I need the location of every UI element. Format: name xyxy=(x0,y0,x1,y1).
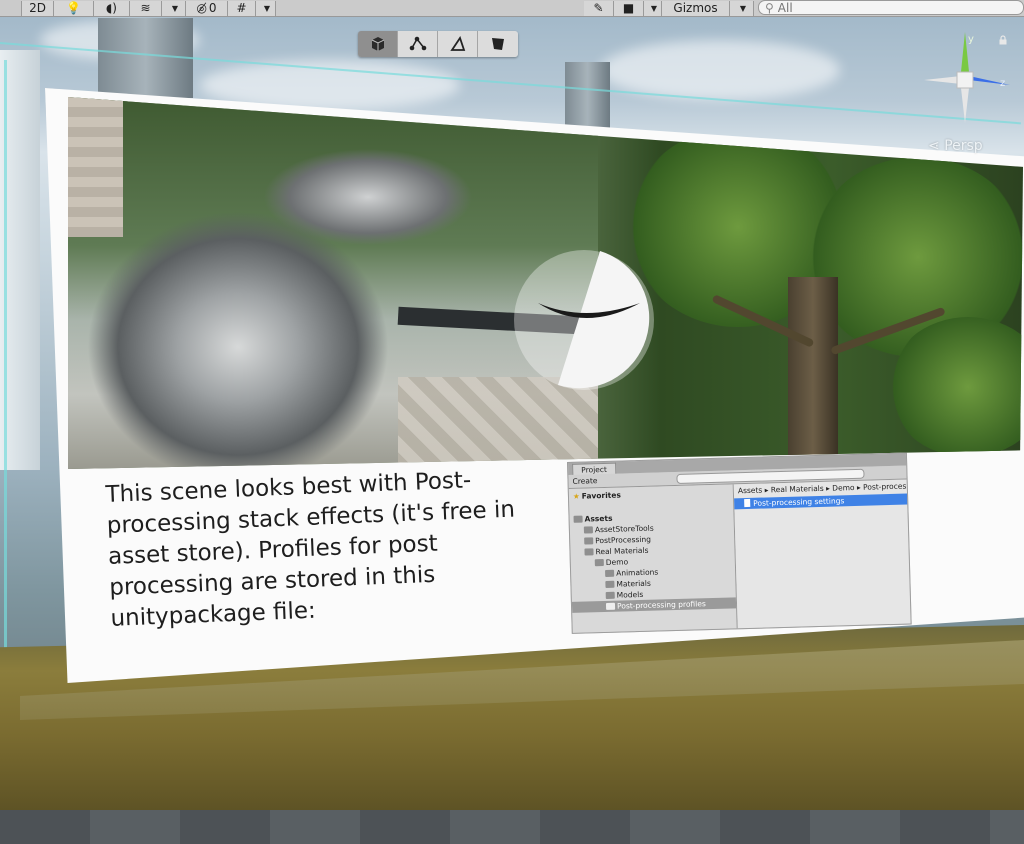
selected-asset: Post-processing settings xyxy=(734,493,908,510)
search-input[interactable] xyxy=(773,0,978,15)
star-icon: ★ xyxy=(572,491,580,501)
building xyxy=(565,62,610,132)
eye-slash-icon: ◎̸ xyxy=(196,1,207,15)
tool-handle-group xyxy=(358,31,518,57)
gizmos-button[interactable]: Gizmos xyxy=(662,0,730,16)
folder-icon xyxy=(605,602,616,610)
z-axis-label: z xyxy=(1000,78,1005,89)
tree-item: AssetStoreTools xyxy=(583,524,654,535)
create-button: Create xyxy=(572,476,598,486)
chevron-down-icon: ▼ xyxy=(171,3,179,13)
lock-icon[interactable] xyxy=(998,35,1008,45)
split-circle-logo xyxy=(514,250,654,390)
neg-x-cone[interactable] xyxy=(924,76,961,84)
wrench-icon: ✎ xyxy=(593,1,604,15)
effects-button[interactable]: ≋ xyxy=(130,0,162,16)
grid-dropdown[interactable]: ▼ xyxy=(256,0,276,16)
project-contents: Assets ▸ Real Materials ▸ Demo ▸ Post-pr… xyxy=(733,479,911,629)
tree-item: Models xyxy=(605,590,643,600)
bones-icon xyxy=(409,36,426,51)
projection-label[interactable]: ⋖ Persp xyxy=(928,138,983,154)
scene-search[interactable]: ⚲ xyxy=(758,0,1024,15)
billboard-message: This scene looks best with Post-processi… xyxy=(105,467,516,632)
2d-toggle-button[interactable]: 2D xyxy=(22,0,54,16)
camera-icon: ■ xyxy=(622,1,635,15)
tree-item: Animations xyxy=(605,567,658,578)
grid-icon: # xyxy=(236,1,247,15)
light-bulb-icon: 💡 xyxy=(66,1,81,15)
folder-icon xyxy=(594,559,604,567)
orientation-gizmo[interactable]: y z xyxy=(920,30,1010,125)
lighting-toggle-button[interactable]: 💡 xyxy=(54,0,94,16)
project-tree: ★ Favorites Assets AssetStoreTools PostP… xyxy=(568,484,738,633)
file-icon xyxy=(744,498,751,508)
neg-y-cone[interactable] xyxy=(961,88,969,123)
tree-trunk xyxy=(788,277,838,469)
tools-button[interactable]: ✎ xyxy=(584,0,614,16)
project-breadcrumb: Assets ▸ Real Materials ▸ Demo ▸ Post-pr… xyxy=(737,481,907,496)
tree-favorites: ★ Favorites xyxy=(572,490,622,501)
tree-item: Materials xyxy=(605,579,651,589)
flag-icon xyxy=(492,38,504,50)
grid-toggle-button[interactable]: # xyxy=(228,0,256,16)
search-icon: ⚲ xyxy=(765,0,774,15)
layers-icon: ≋ xyxy=(140,1,151,15)
folder-icon xyxy=(573,515,583,523)
folder-icon xyxy=(605,569,615,577)
gizmos-dropdown[interactable]: ▼ xyxy=(730,0,754,16)
persp-arrow-icon: ⋖ xyxy=(928,138,945,154)
chevron-down-icon: ▼ xyxy=(650,3,658,13)
angle-tool-button[interactable] xyxy=(438,31,478,57)
y-axis-label: y xyxy=(968,34,974,45)
folder-icon xyxy=(584,548,594,556)
cloud xyxy=(600,40,840,100)
tree-item: PostProcessing xyxy=(584,535,651,546)
chevron-down-icon: ▼ xyxy=(263,3,271,13)
folder-icon xyxy=(583,526,594,534)
audio-icon: ◖) xyxy=(105,1,117,15)
effects-dropdown[interactable]: ▼ xyxy=(162,0,186,16)
bones-tool-button[interactable] xyxy=(398,31,438,57)
folder-icon xyxy=(605,580,615,588)
audio-toggle-button[interactable]: ◖) xyxy=(94,0,130,16)
stone-wall xyxy=(68,97,123,237)
gizmo-center-cube[interactable] xyxy=(956,71,974,89)
tree-item: Demo xyxy=(594,557,628,567)
camera-dropdown[interactable]: ▼ xyxy=(644,0,662,16)
cube-icon xyxy=(371,37,384,51)
tree-item: Real Materials xyxy=(584,546,649,557)
toolbar-edge xyxy=(0,0,22,16)
angle-icon xyxy=(449,36,465,51)
hidden-objects-button[interactable]: ◎̸ 0 xyxy=(186,0,228,16)
project-panel-screenshot: Project Create ★ Favorites Assets AssetS… xyxy=(567,452,912,634)
chevron-down-icon: ▼ xyxy=(739,3,747,13)
folder-icon xyxy=(584,537,594,545)
camera-button[interactable]: ■ xyxy=(614,0,644,16)
cube-tool-button[interactable] xyxy=(358,31,398,57)
flag-tool-button[interactable] xyxy=(478,31,518,57)
tree-assets: Assets xyxy=(573,514,613,524)
folder-icon xyxy=(605,591,615,599)
